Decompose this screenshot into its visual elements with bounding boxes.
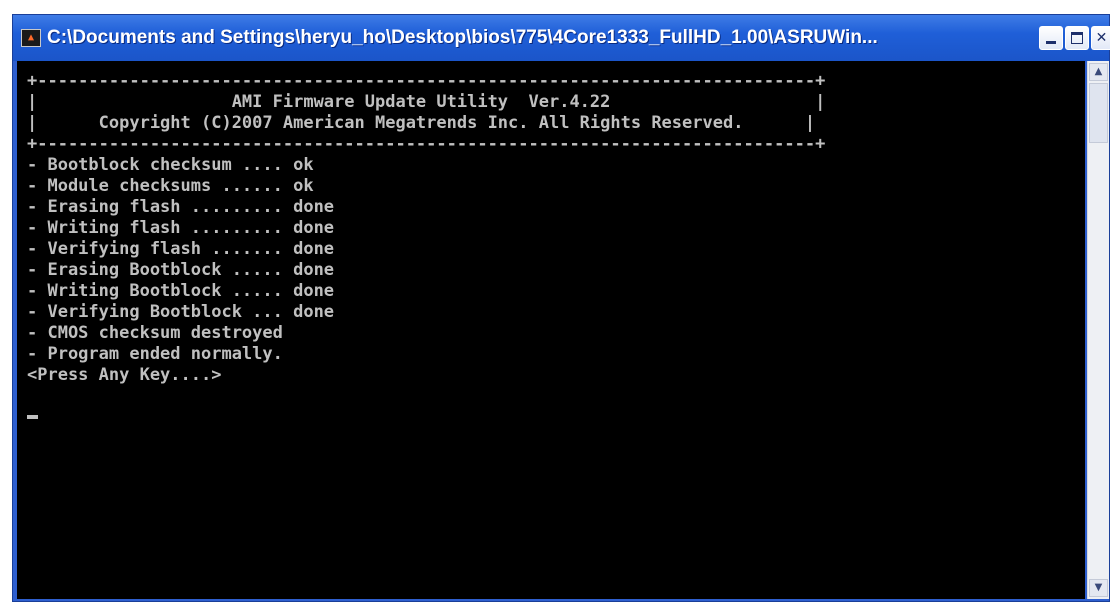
console-output[interactable]: +---------------------------------------… [17, 61, 1085, 599]
close-icon: ✕ [1095, 30, 1108, 46]
maximize-button[interactable] [1065, 26, 1089, 50]
console-line: - Program ended normally. [27, 344, 283, 364]
console-app-icon[interactable]: ▲ [21, 29, 41, 47]
minimize-icon [1046, 41, 1056, 44]
console-window: ▲ C:\Documents and Settings\heryu_ho\Des… [12, 14, 1110, 602]
arrow-down-icon: ▼ [1094, 582, 1103, 593]
maximize-icon [1071, 32, 1083, 44]
console-line: - Writing flash ......... done [27, 218, 335, 238]
console-line: - Writing Bootblock ..... done [27, 281, 335, 301]
console-text: +---------------------------------------… [27, 71, 825, 386]
console-line: <Press Any Key....> [27, 365, 222, 385]
console-line: - Erasing flash ......... done [27, 197, 335, 217]
window-title: C:\Documents and Settings\heryu_ho\Deskt… [47, 27, 878, 48]
minimize-button[interactable] [1039, 26, 1063, 50]
console-line: +---------------------------------------… [27, 134, 826, 154]
title-bar[interactable]: ▲ C:\Documents and Settings\heryu_ho\Des… [13, 15, 1110, 61]
console-line: - Erasing Bootblock ..... done [27, 260, 335, 280]
vertical-scrollbar[interactable]: ▲ ▼ [1087, 61, 1109, 599]
console-line: - Bootblock checksum .... ok [27, 155, 314, 175]
arrow-up-icon: ▲ [1094, 66, 1103, 77]
console-line: +---------------------------------------… [27, 71, 826, 91]
scroll-thumb[interactable] [1089, 83, 1108, 143]
text-cursor [27, 415, 38, 419]
console-line: - Verifying flash ....... done [27, 239, 335, 259]
console-line: - Module checksums ...... ok [27, 176, 314, 196]
console-line: - Verifying Bootblock ... done [27, 302, 335, 322]
console-line: | Copyright (C)2007 American Megatrends … [27, 113, 816, 133]
scroll-down-button[interactable]: ▼ [1089, 579, 1108, 597]
console-line: | AMI Firmware Update Utility Ver.4.22 | [27, 92, 826, 112]
console-line: - CMOS checksum destroyed [27, 323, 283, 343]
scroll-up-button[interactable]: ▲ [1089, 63, 1108, 81]
close-button[interactable]: ✕ [1091, 26, 1110, 50]
